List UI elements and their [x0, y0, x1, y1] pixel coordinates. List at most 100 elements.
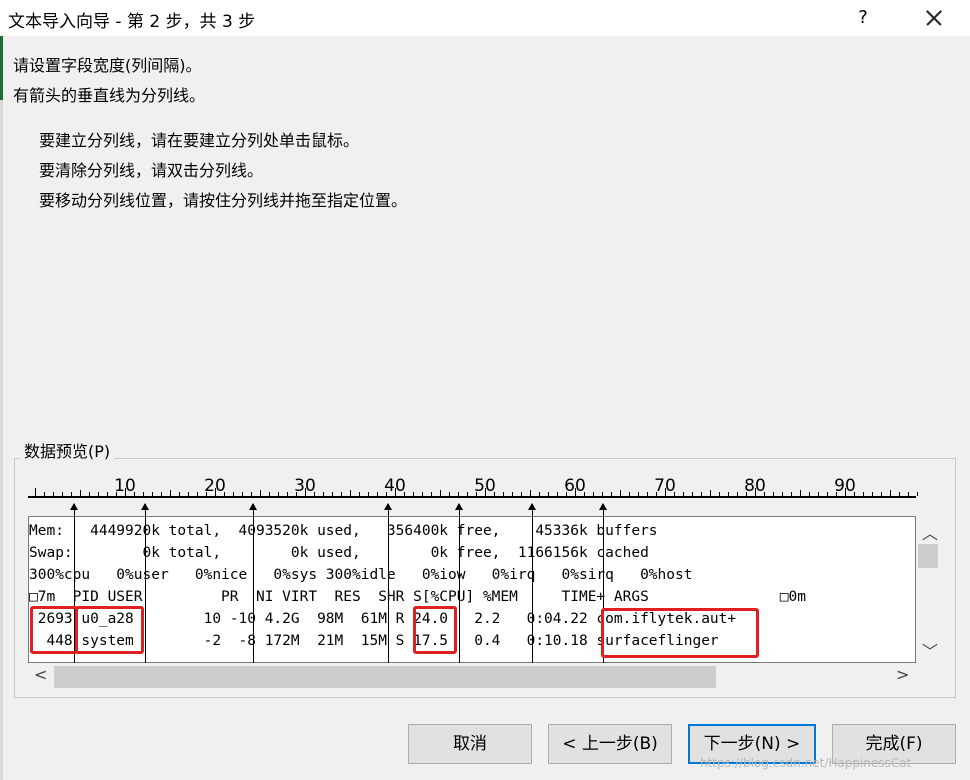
ruler-tick — [377, 492, 378, 496]
horizontal-scrollbar[interactable]: < > — [28, 663, 916, 689]
ruler-tick — [485, 488, 486, 496]
ruler-tick — [188, 492, 189, 496]
watermark: https://blog.csdn.net/HappinessCat — [700, 756, 912, 770]
ruler-tick — [872, 492, 873, 496]
ruler-tick — [206, 492, 207, 496]
window-title: 文本导入向导 - 第 2 步，共 3 步 — [8, 12, 256, 32]
ruler-tick — [323, 492, 324, 496]
ruler-tick — [368, 492, 369, 496]
instruction-line-3: 要移动分列线位置，请按住分列线并拖至指定位置。 — [39, 191, 408, 210]
ruler-tick — [728, 492, 729, 496]
ruler-tick — [602, 492, 603, 496]
highlight-args — [601, 608, 759, 658]
ruler-tick — [575, 488, 576, 496]
ruler-tick — [755, 488, 756, 496]
ruler-tick — [557, 492, 558, 496]
ruler-tick — [170, 490, 171, 496]
ruler-tick — [71, 492, 72, 496]
ruler-tick — [656, 492, 657, 496]
title-bar: 文本导入向导 - 第 2 步，共 3 步 ? — [0, 0, 970, 36]
ruler-tick — [611, 492, 612, 496]
ruler-tick — [224, 492, 225, 496]
ruler-tick — [899, 492, 900, 496]
scroll-right-icon[interactable]: > — [896, 665, 909, 684]
column-break-line-2[interactable] — [145, 504, 146, 663]
scroll-up-icon[interactable]: ︿ — [922, 520, 938, 544]
ruler-tick — [593, 492, 594, 496]
ruler-tick — [314, 492, 315, 496]
preview-row-3: 300%cpu 0%user 0%nice 0%sys 300%idle 0%i… — [29, 567, 693, 583]
ruler-tick — [404, 492, 405, 496]
intro-line-2: 有箭头的垂直线为分列线。 — [13, 86, 206, 105]
ruler-tick — [476, 492, 477, 496]
horizontal-scroll-thumb[interactable] — [54, 666, 716, 688]
ruler-tick — [341, 492, 342, 496]
ruler-tick — [665, 488, 666, 496]
ruler-tick — [134, 492, 135, 496]
column-break-line-6[interactable] — [532, 504, 533, 663]
scroll-down-icon[interactable]: ﹀ — [922, 638, 938, 662]
ruler-tick — [161, 492, 162, 496]
ruler-tick — [818, 492, 819, 496]
close-icon[interactable] — [912, 0, 956, 36]
column-break-line-4[interactable] — [388, 504, 389, 663]
ruler-tick — [332, 492, 333, 496]
ruler-tick — [584, 492, 585, 496]
cancel-button[interactable]: 取消 — [408, 724, 532, 764]
ruler-tick — [251, 492, 252, 496]
highlight-pid — [30, 606, 78, 654]
ruler-tick — [107, 492, 108, 496]
ruler-tick — [152, 492, 153, 496]
ruler-tick — [440, 490, 441, 496]
ruler-tick — [305, 488, 306, 496]
back-button[interactable]: < 上一步(B) — [548, 724, 672, 764]
ruler-tick — [422, 492, 423, 496]
ruler-tick — [710, 490, 711, 496]
ruler-tick — [125, 488, 126, 496]
ruler-tick — [35, 488, 36, 496]
ruler-tick — [431, 492, 432, 496]
column-break-line-5[interactable] — [459, 504, 460, 663]
intro-line-1: 请设置字段宽度(列间隔)。 — [13, 56, 202, 75]
ruler-tick — [98, 492, 99, 496]
ruler-tick — [539, 492, 540, 496]
column-ruler[interactable]: 10 20 30 40 50 60 70 80 90 — [28, 476, 918, 504]
ruler-tick — [143, 492, 144, 496]
data-preview-area[interactable]: Mem: 4449920k total, 4093520k used, 3564… — [28, 516, 916, 663]
ruler-tick — [53, 492, 54, 496]
scroll-left-icon[interactable]: < — [34, 665, 47, 684]
ruler-tick — [854, 492, 855, 496]
ruler-tick — [269, 492, 270, 496]
ruler-tick — [89, 492, 90, 496]
ruler-tick — [386, 492, 387, 496]
ruler-tick — [359, 492, 360, 496]
ruler-tick — [467, 492, 468, 496]
ruler-tick — [809, 492, 810, 496]
ruler-tick — [494, 492, 495, 496]
vertical-scroll-thumb[interactable] — [918, 544, 938, 568]
ruler-tick — [548, 492, 549, 496]
help-button[interactable]: ? — [848, 0, 878, 36]
ruler-tick — [647, 492, 648, 496]
ruler-tick — [746, 492, 747, 496]
ruler-tick — [287, 492, 288, 496]
ruler-tick — [620, 490, 621, 496]
ruler-tick — [44, 492, 45, 496]
ruler-tick — [638, 492, 639, 496]
preview-row-1: Mem: 4449920k total, 4093520k used, 3564… — [29, 523, 658, 539]
ruler-tick — [908, 492, 909, 496]
ruler-tick — [260, 490, 261, 496]
vertical-scrollbar[interactable]: ︿ ﹀ — [916, 516, 940, 663]
ruler-tick — [800, 490, 801, 496]
instruction-line-1: 要建立分列线，请在要建立分列处单击鼠标。 — [39, 131, 360, 150]
background-app-edge-lower — [0, 100, 3, 780]
ruler-tick — [449, 492, 450, 496]
ruler-tick — [233, 492, 234, 496]
ruler-tick — [521, 492, 522, 496]
ruler-tick — [458, 492, 459, 496]
ruler-tick — [791, 492, 792, 496]
ruler-tick — [773, 492, 774, 496]
ruler-tick — [683, 492, 684, 496]
column-break-line-3[interactable] — [253, 504, 254, 663]
ruler-tick — [692, 492, 693, 496]
